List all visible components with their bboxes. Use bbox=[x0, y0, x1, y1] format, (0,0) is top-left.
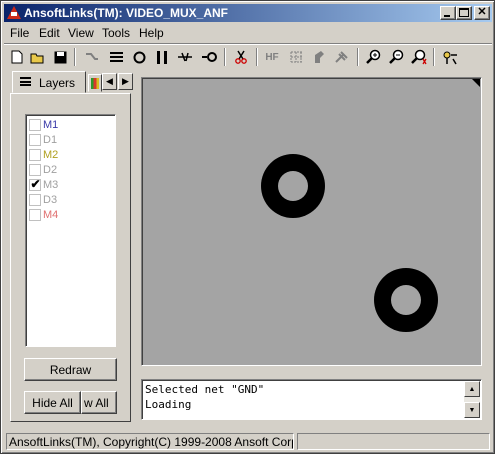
layer-item-m1[interactable]: M1 bbox=[29, 118, 113, 133]
scroll-down-button[interactable]: ▼ bbox=[464, 402, 480, 418]
via-hole bbox=[278, 171, 308, 201]
scroll-up-button[interactable]: ▲ bbox=[464, 381, 480, 397]
columns-icon[interactable] bbox=[153, 48, 171, 66]
layer-item-m4[interactable]: M4 bbox=[29, 208, 113, 223]
status-pane bbox=[297, 433, 490, 450]
save-disk-icon[interactable] bbox=[51, 48, 69, 66]
open-folder-icon[interactable] bbox=[29, 48, 47, 66]
message-scrollbar[interactable]: ▲ ▼ bbox=[464, 381, 480, 418]
message-line: Loading bbox=[145, 398, 192, 411]
layer-checkbox[interactable] bbox=[29, 149, 41, 161]
cut-scissors-icon[interactable] bbox=[232, 48, 250, 66]
menu-bar: File Edit View Tools Help bbox=[4, 23, 492, 42]
maximize-button[interactable] bbox=[456, 6, 472, 20]
zoom-in-icon[interactable] bbox=[364, 48, 382, 66]
grid-select-icon[interactable] bbox=[287, 48, 305, 66]
new-file-icon[interactable] bbox=[8, 48, 26, 66]
nets-color-icon bbox=[91, 78, 99, 89]
menu-file[interactable]: File bbox=[10, 26, 29, 40]
circle-icon[interactable] bbox=[130, 48, 148, 66]
layers-icon bbox=[20, 77, 31, 86]
layer-label: D1 bbox=[43, 134, 58, 146]
shape-icon[interactable] bbox=[310, 48, 328, 66]
layer-item-m2[interactable]: M2 bbox=[29, 148, 113, 163]
trace-icon[interactable] bbox=[83, 48, 101, 66]
layer-label: D3 bbox=[43, 194, 58, 206]
menu-view[interactable]: View bbox=[68, 26, 94, 40]
tab-scroll-left-button[interactable]: ◀ bbox=[102, 73, 117, 90]
chevron-left-icon: ◀ bbox=[106, 76, 113, 86]
layer-item-d1[interactable]: D1 bbox=[29, 133, 113, 148]
window-title: AnsoftLinks(TM): VIDEO_MUX_ANF bbox=[24, 6, 228, 20]
title-bar[interactable]: AnsoftLinks(TM): VIDEO_MUX_ANF ✕ bbox=[4, 4, 492, 22]
redraw-button[interactable]: Redraw bbox=[24, 358, 117, 381]
hide-all-button[interactable]: Hide All bbox=[24, 391, 81, 414]
layer-label: M2 bbox=[43, 149, 59, 161]
status-text: AnsoftLinks(TM), Copyright(C) 1999-2008 … bbox=[6, 433, 294, 450]
message-line: Selected net "GND" bbox=[145, 383, 265, 396]
minimize-icon bbox=[444, 15, 450, 17]
layer-label: D2 bbox=[43, 164, 58, 176]
maximize-icon bbox=[459, 8, 469, 17]
canvas-corner-marker bbox=[472, 79, 480, 87]
probe-icon[interactable] bbox=[332, 48, 350, 66]
toolbar-separator bbox=[224, 48, 226, 66]
zoom-fit-icon[interactable] bbox=[409, 48, 427, 66]
via-hole bbox=[391, 285, 421, 315]
minimize-button[interactable] bbox=[440, 6, 456, 20]
layer-item-d2[interactable]: D2 bbox=[29, 163, 113, 178]
layer-item-d3[interactable]: D3 bbox=[29, 193, 113, 208]
layer-list: M1 D1 M2 D2 ✔ M3 D3 M4 bbox=[25, 114, 116, 347]
toolbar-separator bbox=[74, 48, 76, 66]
layers-icon[interactable] bbox=[107, 48, 125, 66]
menu-tools[interactable]: Tools bbox=[102, 26, 130, 40]
message-log[interactable]: Selected net "GND" Loading ▲ ▼ bbox=[141, 379, 482, 420]
close-button[interactable]: ✕ bbox=[474, 6, 490, 20]
layer-label: M4 bbox=[43, 209, 59, 221]
tab-layers[interactable]: Layers bbox=[12, 71, 86, 93]
zoom-out-icon[interactable] bbox=[387, 48, 405, 66]
via-tool-icon[interactable] bbox=[200, 48, 218, 66]
toolbar-separator bbox=[256, 48, 258, 66]
highlight-net-icon[interactable] bbox=[441, 48, 459, 66]
chevron-up-icon: ▲ bbox=[468, 385, 476, 393]
layer-checkbox[interactable] bbox=[29, 134, 41, 146]
ansoft-triangle-icon bbox=[7, 6, 21, 19]
menu-help[interactable]: Help bbox=[139, 26, 164, 40]
via-pad[interactable] bbox=[261, 154, 325, 218]
main-window: AnsoftLinks(TM): VIDEO_MUX_ANF ✕ File Ed… bbox=[0, 0, 495, 454]
close-icon: ✕ bbox=[477, 6, 487, 18]
panel-tabstrip: Layers ◀ ▶ bbox=[10, 71, 133, 93]
layer-checkbox[interactable] bbox=[29, 119, 41, 131]
toolbar-separator bbox=[433, 48, 435, 66]
layer-label: M1 bbox=[43, 119, 59, 131]
status-bar: AnsoftLinks(TM), Copyright(C) 1999-2008 … bbox=[4, 432, 492, 451]
menu-edit[interactable]: Edit bbox=[39, 26, 60, 40]
via-pad[interactable] bbox=[374, 268, 438, 332]
layer-checkbox[interactable] bbox=[29, 209, 41, 221]
toolbar-separator bbox=[357, 48, 359, 66]
check-icon: ✔ bbox=[30, 177, 41, 191]
layer-checkbox[interactable] bbox=[29, 194, 41, 206]
layer-checkbox[interactable]: ✔ bbox=[29, 177, 41, 191]
show-all-button[interactable]: w All bbox=[81, 391, 117, 414]
tab-scroll-right-button[interactable]: ▶ bbox=[118, 73, 133, 90]
hf-icon[interactable]: HF bbox=[263, 48, 281, 66]
net-tool-icon[interactable] bbox=[176, 48, 194, 66]
layer-item-m3[interactable]: ✔ M3 bbox=[29, 177, 113, 193]
layer-label: M3 bbox=[43, 179, 59, 191]
tab-layers-label: Layers bbox=[39, 76, 76, 90]
toolbar: HF bbox=[4, 43, 492, 69]
layer-checkbox[interactable] bbox=[29, 164, 41, 176]
layout-canvas[interactable] bbox=[141, 77, 482, 366]
chevron-right-icon: ▶ bbox=[122, 76, 129, 86]
tab-nets[interactable] bbox=[88, 74, 102, 92]
chevron-down-icon: ▼ bbox=[468, 406, 476, 414]
